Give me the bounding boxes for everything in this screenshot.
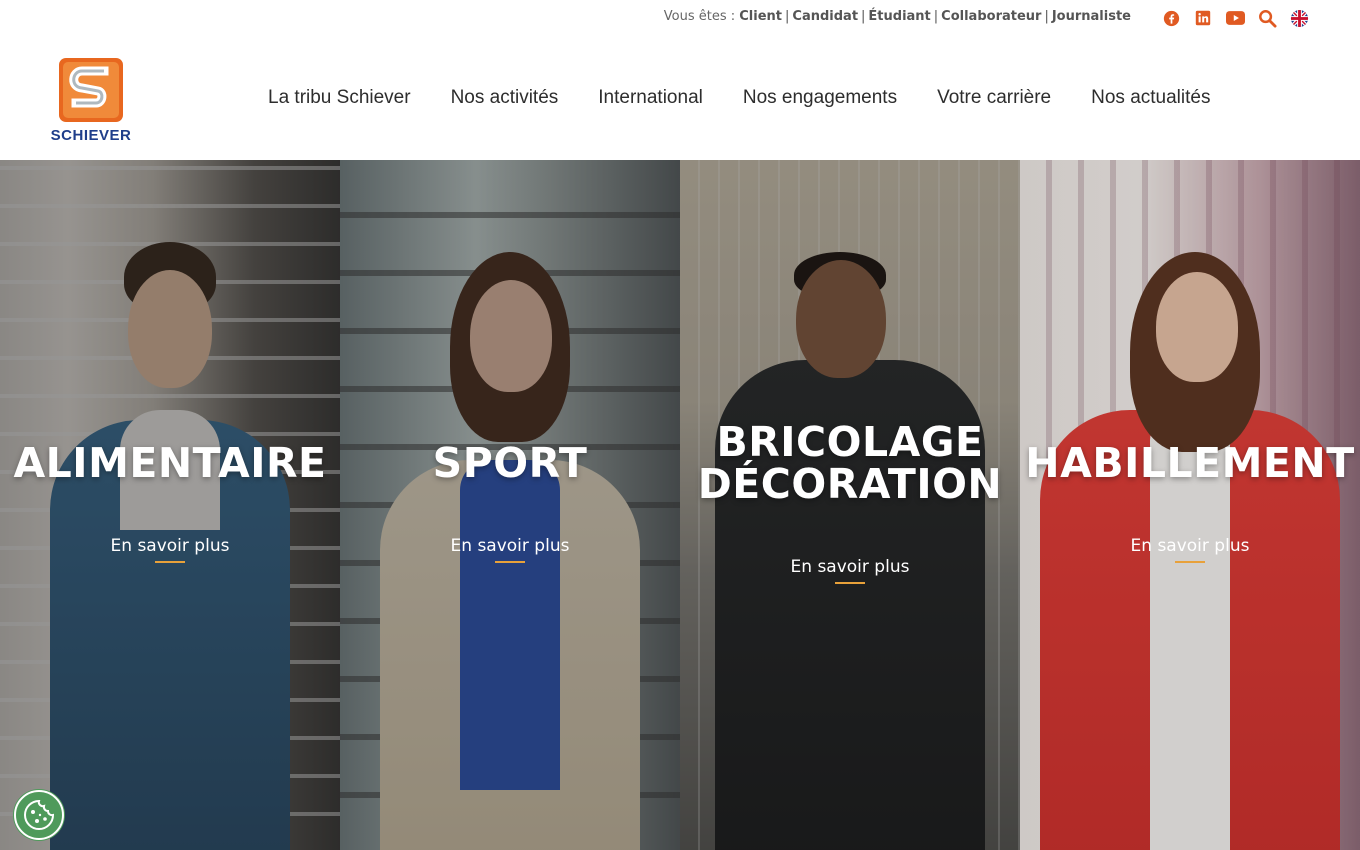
- link-underline: [155, 561, 185, 563]
- link-underline: [495, 561, 525, 563]
- schiever-logo[interactable]: SCHIEVER: [42, 57, 142, 144]
- audience-bar: Vous êtes : Client | Candidat | Étudiant | Col…: [664, 9, 1131, 24]
- linkedin-icon[interactable]: [1192, 7, 1214, 29]
- main-navigation: La tribu Schiever Nos activités Internat…: [268, 87, 1250, 109]
- nav-item-engagements[interactable]: Nos engagements: [743, 87, 897, 109]
- panel-title-sport: SPORT: [432, 439, 588, 487]
- social-links: [1160, 7, 1320, 29]
- nav-item-carriere[interactable]: Votre carrière: [937, 87, 1051, 109]
- panel-link-en-savoir-plus[interactable]: En savoir plus: [1020, 536, 1360, 556]
- panel-overlay: [340, 160, 680, 850]
- panel-bricolage-decoration[interactable]: BRICOLAGE DÉCORATION En savoir plus: [680, 160, 1020, 850]
- activity-panels: ALIMENTAIRE En savoir plus SPORT En savo…: [0, 160, 1360, 850]
- panel-overlay: [1020, 160, 1360, 850]
- logo-wordmark: SCHIEVER: [50, 127, 132, 144]
- audience-separator: |: [861, 9, 866, 24]
- panel-title-habillement: HABILLEMENT: [1025, 439, 1355, 487]
- audience-separator: |: [785, 9, 790, 24]
- panel-alimentaire[interactable]: ALIMENTAIRE En savoir plus: [0, 160, 340, 850]
- audience-separator: |: [1044, 9, 1049, 24]
- audience-separator: |: [933, 9, 939, 24]
- youtube-icon[interactable]: [1224, 7, 1246, 29]
- nav-item-activites[interactable]: Nos activités: [451, 87, 559, 109]
- audience-link-journaliste[interactable]: Journaliste: [1052, 9, 1131, 24]
- search-icon[interactable]: [1256, 7, 1278, 29]
- audience-link-collaborateur[interactable]: Collaborateur: [941, 9, 1041, 24]
- site-header: Vous êtes : Client | Candidat | Étudiant | Col…: [0, 0, 1360, 160]
- panel-link-en-savoir-plus[interactable]: En savoir plus: [0, 536, 340, 556]
- audience-link-etudiant[interactable]: Étudiant: [868, 9, 930, 24]
- nav-item-actualites[interactable]: Nos actualités: [1091, 87, 1210, 109]
- cookie-settings-button[interactable]: [14, 790, 64, 840]
- audience-link-candidat[interactable]: Candidat: [792, 9, 858, 24]
- audience-prefix: Vous êtes :: [663, 9, 736, 24]
- link-underline: [835, 582, 865, 584]
- cookie-icon: [24, 799, 55, 830]
- nav-item-international[interactable]: International: [598, 87, 703, 109]
- panel-sport[interactable]: SPORT En savoir plus: [340, 160, 680, 850]
- panel-link-en-savoir-plus[interactable]: En savoir plus: [340, 536, 680, 556]
- uk-flag-icon[interactable]: [1288, 7, 1310, 29]
- panel-title-decoration: DÉCORATION: [697, 460, 1003, 508]
- panel-link-en-savoir-plus[interactable]: En savoir plus: [680, 557, 1020, 577]
- facebook-icon[interactable]: [1160, 7, 1182, 29]
- panel-title-alimentaire: ALIMENTAIRE: [13, 439, 327, 487]
- panel-habillement[interactable]: HABILLEMENT En savoir plus: [1020, 160, 1360, 850]
- panel-title-bricolage: BRICOLAGE: [716, 418, 984, 466]
- panel-overlay: [0, 160, 340, 850]
- nav-item-la-tribu[interactable]: La tribu Schiever: [268, 87, 411, 109]
- link-underline: [1175, 561, 1205, 563]
- audience-link-client[interactable]: Client: [739, 9, 782, 24]
